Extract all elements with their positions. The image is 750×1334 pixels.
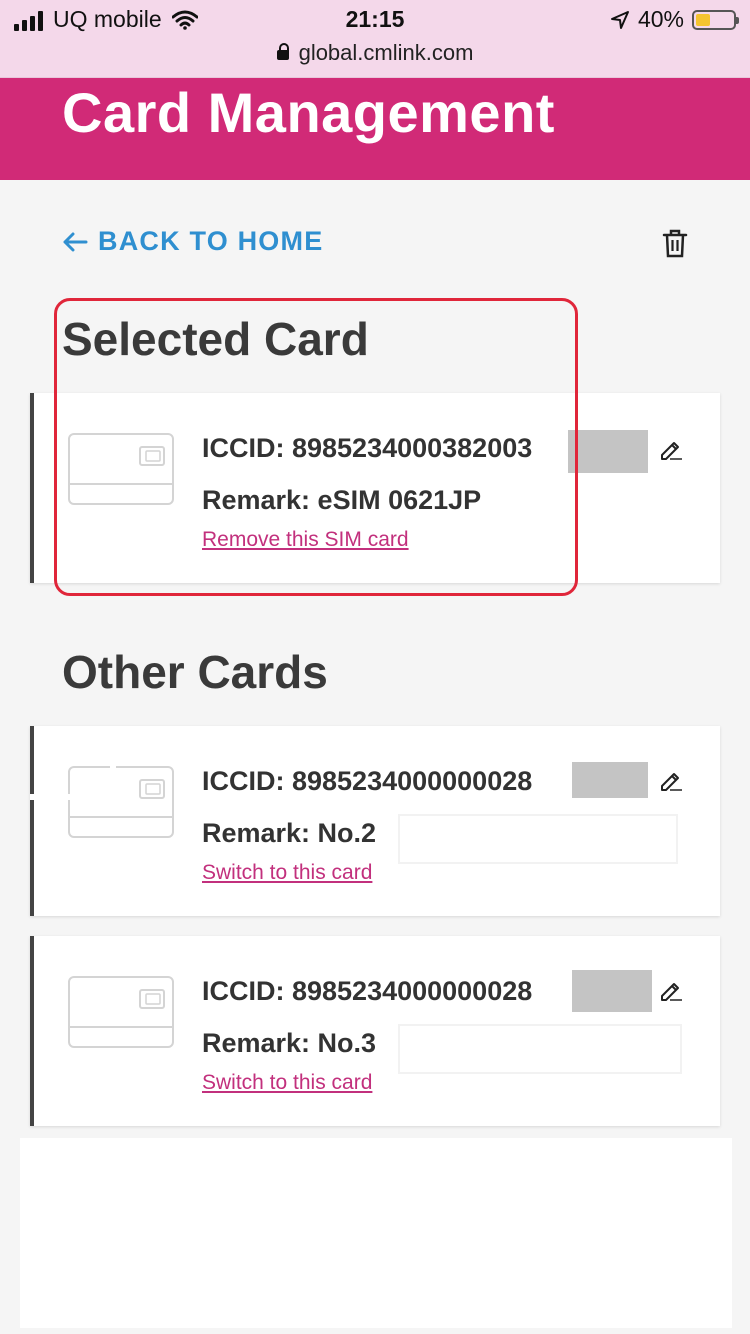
edit-icon[interactable] [658, 435, 684, 461]
sim-card-icon [68, 433, 174, 505]
trash-icon[interactable] [660, 228, 690, 258]
selected-card: ICCID: 8985234000382003 Remark: eSIM 062… [30, 393, 720, 583]
page-title: Card Management [62, 81, 555, 144]
back-to-home-label: BACK TO HOME [98, 226, 324, 256]
status-right: 40% [610, 6, 739, 33]
iccid-text: ICCID: 8985234000000028 [202, 766, 533, 796]
arrow-left-icon [63, 232, 88, 251]
blank-panel [20, 1138, 732, 1328]
redacted-block [572, 970, 652, 1012]
switch-card-link[interactable]: Switch to this card [202, 1071, 372, 1095]
other-cards-heading: Other Cards [62, 646, 328, 698]
remark-text: Remark: No.3 [202, 1028, 377, 1058]
status-bar: UQ mobile 21:15 40% global.cmlink.com [0, 0, 750, 78]
other-card: ICCID: 8985234000000028 Remark: No.3 Swi… [30, 936, 720, 1126]
iccid-text: ICCID: 8985234000000028 [202, 976, 533, 1006]
edit-icon[interactable] [658, 976, 684, 1002]
redacted-block [572, 762, 648, 798]
switch-card-link[interactable]: Switch to this card [202, 861, 372, 885]
location-arrow-icon [610, 10, 629, 29]
battery-icon [692, 9, 739, 30]
lock-icon [276, 43, 289, 60]
other-card: ICCID: 8985234000000028 Remark: No.2 Swi… [30, 726, 720, 916]
edit-artifact [110, 726, 116, 798]
page-header: Card Management [0, 78, 750, 180]
back-to-home-link[interactable]: BACK TO HOME [62, 226, 323, 257]
redacted-remark-box [398, 814, 678, 864]
edit-icon[interactable] [658, 766, 684, 792]
battery-percent: 40% [637, 6, 684, 32]
url-text: global.cmlink.com [298, 40, 474, 65]
edit-artifact [30, 794, 110, 800]
redacted-block [568, 430, 648, 473]
remove-sim-link[interactable]: Remove this SIM card [202, 528, 409, 552]
battery-level [696, 13, 711, 26]
iccid-text: ICCID: 8985234000382003 [202, 433, 533, 463]
url-bar[interactable]: global.cmlink.com [0, 40, 750, 66]
selected-card-heading: Selected Card [62, 313, 369, 365]
sim-card-icon [68, 976, 174, 1048]
sim-card-icon [68, 766, 174, 838]
remark-text: Remark: eSIM 0621JP [202, 485, 482, 515]
redacted-remark-box [398, 1024, 682, 1074]
remark-text: Remark: No.2 [202, 818, 377, 848]
